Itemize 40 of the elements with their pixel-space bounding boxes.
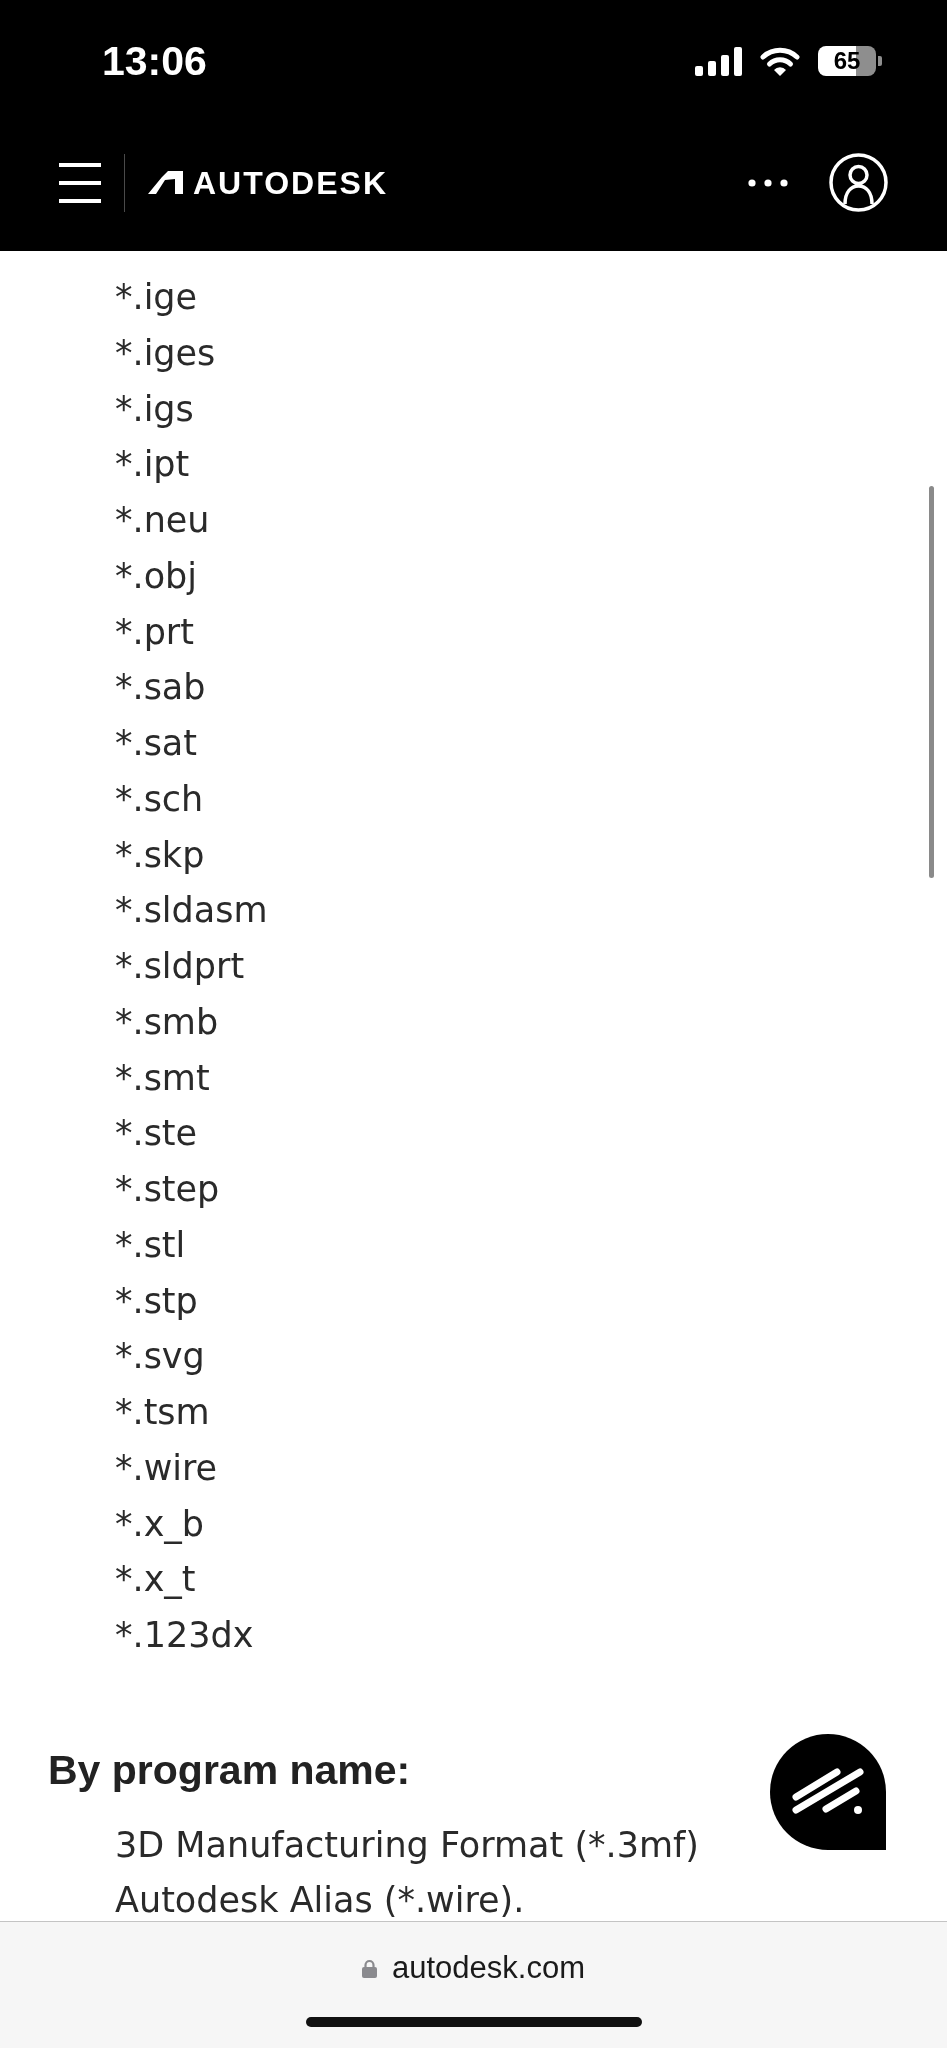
file-extension: *.123dx [115, 1614, 254, 1657]
file-extension: *.sch [115, 777, 204, 821]
signal-icon [695, 46, 742, 76]
file-extension: *.sldprt [115, 945, 245, 988]
file-extension: *.neu [115, 499, 210, 542]
program-item: Autodesk Alias (*.wire). [115, 1878, 525, 1921]
menu-icon[interactable] [59, 161, 101, 204]
file-extension: *.x_b [115, 1502, 205, 1546]
program-item: 3D Manufacturing Format (*.3mf) [115, 1823, 699, 1866]
file-extension: *.obj [115, 554, 197, 598]
file-extension: *.prt [115, 610, 194, 654]
wifi-icon [760, 46, 800, 76]
section-heading: By program name: [48, 1745, 411, 1794]
file-extension: *.wire [115, 1446, 218, 1490]
file-extension: *.ste [115, 1112, 198, 1156]
file-extension: *.smt [115, 1056, 210, 1100]
file-extension: *.step [115, 1168, 220, 1211]
battery-percentage: 65 [833, 48, 861, 74]
file-extension: *.ige [115, 276, 198, 319]
file-extension: *.x_t [115, 1558, 196, 1602]
profile-icon[interactable] [829, 153, 888, 212]
file-extension: *.stp [115, 1279, 198, 1323]
file-extension: *.sldasm [115, 889, 268, 933]
more-options-icon[interactable] [748, 178, 788, 187]
file-extension: *.sab [115, 666, 206, 710]
file-extension: *.tsm [115, 1391, 210, 1434]
diagonal-lines-icon [792, 1768, 864, 1816]
file-extension: *.sat [115, 722, 198, 765]
file-extension: *.stl [115, 1223, 186, 1267]
file-extension: *.igs [115, 387, 194, 431]
url-text[interactable]: autodesk.com [392, 1950, 585, 1986]
file-extension: *.smb [115, 1000, 219, 1044]
status-time: 13:06 [102, 38, 207, 84]
file-extension: *.iges [115, 331, 216, 375]
file-extension: *.skp [115, 833, 205, 877]
logo-link[interactable]: AUTODESK [148, 164, 388, 201]
lock-icon [362, 1958, 377, 1978]
logo-mark-icon [148, 171, 183, 194]
file-extension: *.ipt [115, 443, 190, 487]
file-extension: *.svg [115, 1335, 205, 1379]
